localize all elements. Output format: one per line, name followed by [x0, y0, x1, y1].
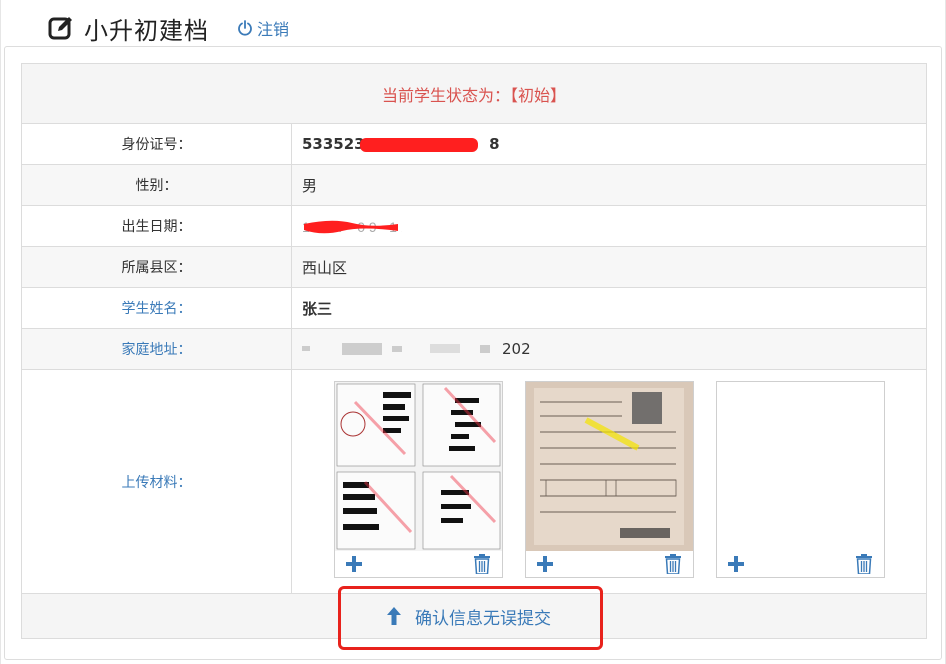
upload-area [292, 370, 926, 593]
address-value-cell: 202 [292, 329, 926, 369]
upload-label: 上传材料： [22, 370, 292, 593]
address-label: 家庭地址： [22, 329, 292, 369]
address-value: 202 [502, 340, 531, 358]
arrow-up-icon [387, 607, 401, 625]
id-number-tail: 8 [489, 135, 500, 153]
row-upload: 上传材料： [22, 370, 926, 594]
logout-label: 注销 [257, 20, 290, 39]
redaction-mark: 1 9 0 7 - 0 9 - 1 1 [302, 219, 402, 235]
student-info-table: 当前学生状态为：【初始】 身份证号： 533523 8 性别： 男 出生日期： … [21, 63, 927, 639]
power-icon [238, 20, 252, 36]
empty-slot[interactable] [717, 382, 884, 551]
district-label: 所属县区： [22, 247, 292, 287]
upload-card-1 [334, 381, 503, 578]
id-number-value: 533523 8 [302, 135, 500, 153]
page-header: 小升初建档 注销 [48, 8, 289, 48]
district-value: 西山区 [302, 258, 348, 277]
row-birthdate: 出生日期： 1 9 0 7 - 0 9 - 1 1 [22, 206, 926, 247]
gender-value: 男 [302, 176, 318, 195]
student-name-label: 学生姓名： [22, 288, 292, 328]
trash-icon[interactable] [665, 554, 681, 574]
upload-card-3 [716, 381, 885, 578]
trash-icon[interactable] [474, 554, 490, 574]
card-controls-3 [717, 551, 884, 577]
submit-row: 确认信息无误提交 [22, 594, 926, 638]
submit-label: 确认信息无误提交 [415, 608, 551, 629]
card-controls-1 [335, 551, 502, 577]
row-id-number: 身份证号： 533523 8 [22, 124, 926, 165]
page-title: 小升初建档 [84, 16, 209, 45]
id-number-value-cell: 533523 8 [292, 124, 926, 164]
trash-icon[interactable] [856, 554, 872, 574]
address-blurred [302, 343, 490, 355]
plus-icon[interactable] [536, 555, 554, 573]
logout-button[interactable]: 注销 [237, 16, 289, 40]
document-scan-2[interactable] [526, 382, 693, 551]
id-number-label: 身份证号： [22, 124, 292, 164]
submit-button[interactable]: 确认信息无误提交 [387, 604, 551, 629]
card-controls-2 [526, 551, 693, 577]
status-row: 当前学生状态为：【初始】 [22, 64, 926, 124]
upload-card-2 [525, 381, 694, 578]
row-district: 所属县区： 西山区 [22, 247, 926, 288]
row-address: 家庭地址： 202 [22, 329, 926, 370]
status-text: 当前学生状态为：【初始】 [381, 85, 566, 105]
row-gender: 性别： 男 [22, 165, 926, 206]
edit-square-icon [48, 17, 72, 40]
redaction-mark [360, 138, 478, 152]
student-name-value: 张三 [302, 299, 333, 318]
document-scan-1[interactable] [335, 382, 502, 551]
birthdate-value-cell: 1 9 0 7 - 0 9 - 1 1 [292, 206, 926, 246]
gender-label: 性别： [22, 165, 292, 205]
plus-icon[interactable] [727, 555, 745, 573]
main-panel: 当前学生状态为：【初始】 身份证号： 533523 8 性别： 男 出生日期： … [4, 46, 942, 660]
row-student-name: 学生姓名： 张三 [22, 288, 926, 329]
birthdate-label: 出生日期： [22, 206, 292, 246]
plus-icon[interactable] [345, 555, 363, 573]
